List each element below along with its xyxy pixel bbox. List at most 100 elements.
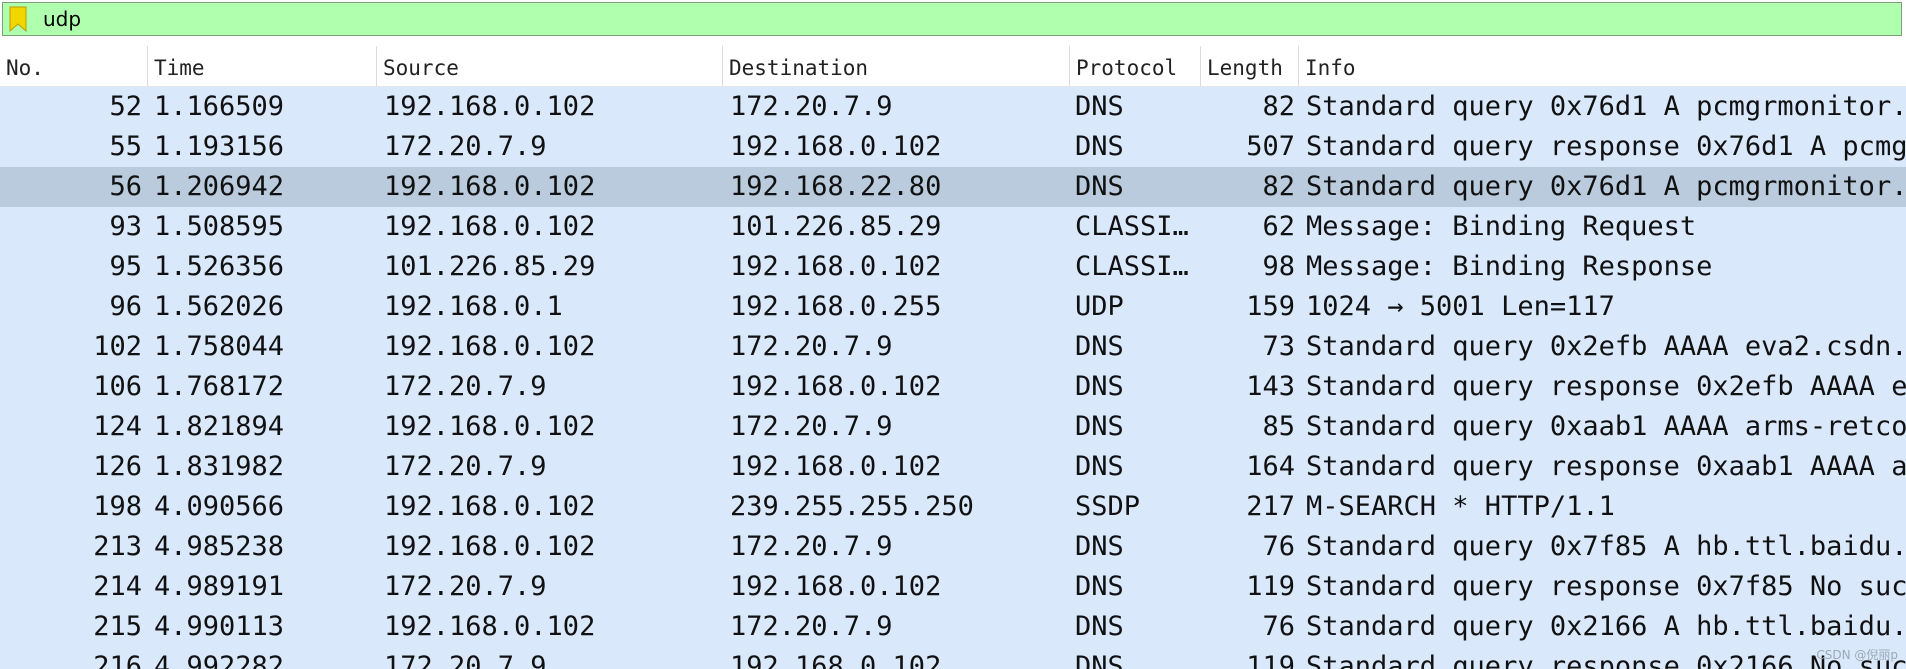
- packet-time: 1.768172: [154, 371, 285, 402]
- packet-protocol: CLASSI…: [1075, 251, 1189, 282]
- table-row[interactable]: 96 1.562026 192.168.0.1 192.168.0.255 UDP 159…: [0, 287, 1906, 327]
- column-header-source[interactable]: Source: [377, 46, 723, 86]
- packet-source: 192.168.0.1: [384, 291, 563, 322]
- packet-source: 172.20.7.9: [384, 571, 547, 602]
- packet-destination: 192.168.0.255: [730, 291, 942, 322]
- packet-no: 93: [109, 211, 142, 242]
- packet-list: No. Time Source Destination Protocol Len…: [0, 46, 1906, 669]
- packet-time: 4.985238: [154, 531, 285, 562]
- packet-destination: 172.20.7.9: [730, 531, 893, 562]
- packet-length: 98: [1262, 251, 1295, 282]
- packet-source: 192.168.0.102: [384, 91, 596, 122]
- packet-no: 52: [109, 91, 142, 122]
- table-row[interactable]: 215 4.990113 192.168.0.102 172.20.7.9 DNS 76 S…: [0, 607, 1906, 647]
- packet-protocol: UDP: [1075, 291, 1124, 322]
- packet-time: 4.090566: [154, 491, 285, 522]
- packet-info: Standard query 0x7f85 A hb.ttl.baidu.: [1306, 531, 1906, 562]
- packet-length: 164: [1246, 451, 1295, 482]
- packet-source: 172.20.7.9: [384, 371, 547, 402]
- packet-length: 76: [1262, 611, 1295, 642]
- packet-length: 159: [1246, 291, 1295, 322]
- table-row[interactable]: 93 1.508595 192.168.0.102 101.226.85.29 CLAS…: [0, 207, 1906, 247]
- packet-protocol: DNS: [1075, 451, 1124, 482]
- packet-source: 192.168.0.102: [384, 531, 596, 562]
- packet-length: 507: [1246, 131, 1295, 162]
- packet-destination: 239.255.255.250: [730, 491, 974, 522]
- packet-destination: 192.168.0.102: [730, 251, 942, 282]
- packet-source: 192.168.0.102: [384, 211, 596, 242]
- column-header-destination[interactable]: Destination: [723, 46, 1070, 86]
- packet-info: Standard query 0x2efb AAAA eva2.csdn.: [1306, 331, 1906, 362]
- column-header-info[interactable]: Info: [1299, 46, 1906, 86]
- packet-destination: 192.168.0.102: [730, 651, 942, 669]
- packet-no: 126: [93, 451, 142, 482]
- packet-info: Standard query response 0x7f85 No suc: [1306, 571, 1906, 602]
- table-row[interactable]: 102 1.758044 192.168.0.102 172.20.7.9 DNS 73 S…: [0, 327, 1906, 367]
- bookmark-icon[interactable]: [9, 6, 27, 32]
- packet-no: 198: [93, 491, 142, 522]
- packet-no: 55: [109, 131, 142, 162]
- column-header-length[interactable]: Length: [1201, 46, 1299, 86]
- packet-destination: 192.168.0.102: [730, 571, 942, 602]
- packet-protocol: DNS: [1075, 91, 1124, 122]
- packet-time: 1.206942: [154, 171, 285, 202]
- column-header-protocol[interactable]: Protocol: [1070, 46, 1201, 86]
- packet-time: 4.992282: [154, 651, 285, 669]
- packet-destination: 192.168.0.102: [730, 371, 942, 402]
- packet-protocol: DNS: [1075, 571, 1124, 602]
- table-row[interactable]: 214 4.989191 172.20.7.9 192.168.0.102 DNS 119…: [0, 567, 1906, 607]
- packet-info: Standard query 0x2166 A hb.ttl.baidu.: [1306, 611, 1906, 642]
- packet-list-header: No. Time Source Destination Protocol Len…: [0, 46, 1906, 87]
- packet-length: 82: [1262, 91, 1295, 122]
- packet-no: 215: [93, 611, 142, 642]
- packet-length: 119: [1246, 571, 1295, 602]
- packet-source: 192.168.0.102: [384, 611, 596, 642]
- packet-time: 4.989191: [154, 571, 285, 602]
- packet-destination: 172.20.7.9: [730, 91, 893, 122]
- packet-source: 172.20.7.9: [384, 451, 547, 482]
- packet-source: 192.168.0.102: [384, 411, 596, 442]
- table-row[interactable]: 124 1.821894 192.168.0.102 172.20.7.9 DNS 85 S…: [0, 407, 1906, 447]
- packet-length: 62: [1262, 211, 1295, 242]
- table-row[interactable]: 55 1.193156 172.20.7.9 192.168.0.102 DNS 507 S…: [0, 127, 1906, 167]
- packet-protocol: DNS: [1075, 611, 1124, 642]
- packet-no: 214: [93, 571, 142, 602]
- column-header-no[interactable]: No.: [0, 46, 148, 86]
- packet-time: 1.821894: [154, 411, 285, 442]
- packet-destination: 192.168.0.102: [730, 131, 942, 162]
- table-row[interactable]: 216 4.992282 172.20.7.9 192.168.0.102 DNS 119…: [0, 647, 1906, 669]
- packet-time: 1.758044: [154, 331, 285, 362]
- packet-time: 1.508595: [154, 211, 285, 242]
- packet-length: 217: [1246, 491, 1295, 522]
- packet-length: 76: [1262, 531, 1295, 562]
- packet-no: 216: [93, 651, 142, 669]
- packet-protocol: DNS: [1075, 331, 1124, 362]
- packet-length: 119: [1246, 651, 1295, 669]
- display-filter-text[interactable]: udp: [43, 3, 81, 35]
- packet-source: 192.168.0.102: [384, 491, 596, 522]
- packet-info: Message: Binding Response: [1306, 251, 1713, 282]
- table-row[interactable]: 213 4.985238 192.168.0.102 172.20.7.9 DNS 76 S…: [0, 527, 1906, 567]
- packet-info: Standard query response 0xaab1 AAAA a: [1306, 451, 1906, 482]
- packet-destination: 172.20.7.9: [730, 611, 893, 642]
- packet-no: 106: [93, 371, 142, 402]
- packet-protocol: DNS: [1075, 531, 1124, 562]
- packet-no: 102: [93, 331, 142, 362]
- table-row[interactable]: 95 1.526356 101.226.85.29 192.168.0.102 CLAS…: [0, 247, 1906, 287]
- packet-info: Standard query 0xaab1 AAAA arms-retco: [1306, 411, 1906, 442]
- packet-no: 56: [109, 171, 142, 202]
- display-filter-bar: udp: [0, 0, 1906, 40]
- packet-time: 1.831982: [154, 451, 285, 482]
- display-filter-input-box[interactable]: udp: [2, 2, 1902, 36]
- packet-protocol: DNS: [1075, 651, 1124, 669]
- packet-source: 192.168.0.102: [384, 331, 596, 362]
- column-header-time[interactable]: Time: [148, 46, 377, 86]
- table-row[interactable]: 52 1.166509 192.168.0.102 172.20.7.9 DNS 82 St…: [0, 87, 1906, 127]
- table-row[interactable]: 106 1.768172 172.20.7.9 192.168.0.102 DNS 143…: [0, 367, 1906, 407]
- table-row[interactable]: 198 4.090566 192.168.0.102 239.255.255.250 S…: [0, 487, 1906, 527]
- packet-destination: 192.168.0.102: [730, 451, 942, 482]
- table-row[interactable]: 126 1.831982 172.20.7.9 192.168.0.102 DNS 164…: [0, 447, 1906, 487]
- table-row[interactable]: 56 1.206942 192.168.0.102 192.168.22.80 DNS 8…: [0, 167, 1906, 207]
- packet-protocol: DNS: [1075, 371, 1124, 402]
- packet-source: 192.168.0.102: [384, 171, 596, 202]
